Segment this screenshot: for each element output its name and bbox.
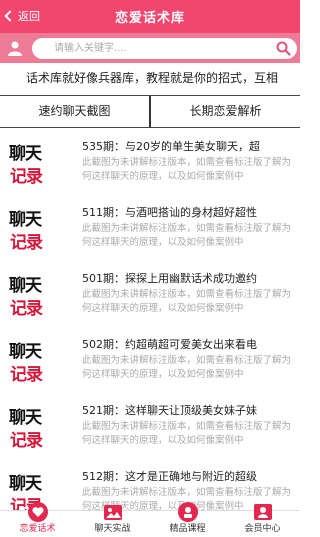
search-icon[interactable] <box>276 41 291 56</box>
heart-chat-icon <box>27 502 48 522</box>
search-box <box>32 38 297 59</box>
user-icon[interactable] <box>7 40 23 56</box>
chat-record-thumbnail: 聊天 记录 <box>7 403 55 451</box>
page-title: 恋爱话术库 <box>114 11 185 26</box>
item-title: 502期：约超萌超可爱美女出来看电 <box>82 338 257 351</box>
chat-record-thumbnail: 聊天 记录 <box>7 139 55 187</box>
list-item[interactable]: 聊天 记录 511期：与酒吧搭讪的身材超好超性 此截图为未讲解标注版本，如需查看… <box>0 195 300 261</box>
tabbar-item-love-scripts[interactable]: 恋爱话术 <box>0 502 75 537</box>
chat-record-thumbnail: 聊天 记录 <box>7 205 55 253</box>
bottom-tab-bar: 恋爱话术 聊天实战 精品课程 会员中心 <box>0 502 300 537</box>
chat-record-thumbnail: 聊天 记录 <box>7 271 55 319</box>
item-title: 511期：与酒吧搭讪的身材超好超性 <box>82 206 257 219</box>
chat-record-thumbnail: 聊天 记录 <box>7 337 55 385</box>
item-description: 此截图为未讲解标注版本，如需查看标注版了解为何这样聊天的原理，以及如何像案例中 <box>82 355 292 380</box>
tab-long-term-analysis[interactable]: 长期恋爱解析 <box>149 96 300 127</box>
tab-quick-date-screenshots[interactable]: 速约聊天截图 <box>0 96 149 127</box>
item-title: 521期：这样聊天让顶级美女妹子妹 <box>82 404 257 417</box>
item-description: 此截图为未讲解标注版本，如需查看标注版了解为何这样聊天的原理，以及如何像案例中 <box>82 223 292 248</box>
item-description: 此截图为未讲解标注版本，如需查看标注版了解为何这样聊天的原理，以及如何像案例中 <box>82 421 292 446</box>
list-item[interactable]: 聊天 记录 502期：约超萌超可爱美女出来看电 此截图为未讲解标注版本，如需查看… <box>0 327 300 393</box>
list-item[interactable]: 聊天 记录 501期：探探上用幽默话术成功邀约 此截图为未讲解标注版本，如需查看… <box>0 261 300 327</box>
notice-marquee: 话术库就好像兵器库，教程就是你的招式，互相 <box>26 71 279 85</box>
item-description: 此截图为未讲解标注版本，如需查看标注版了解为何这样聊天的原理，以及如何像案例中 <box>82 289 292 314</box>
search-input[interactable] <box>54 40 264 57</box>
tabbar-item-premium-courses[interactable]: 精品课程 <box>150 502 225 537</box>
course-icon <box>177 502 198 522</box>
item-description: 此截图为未讲解标注版本，如需查看标注版了解为何这样聊天的原理，以及如何像案例中 <box>82 157 292 182</box>
member-icon <box>253 504 272 520</box>
article-list: 聊天 记录 535期：与20岁的单生美女聊天，超 此截图为未讲解标注版本，如需查… <box>0 129 300 510</box>
list-item[interactable]: 聊天 记录 521期：这样聊天让顶级美女妹子妹 此截图为未讲解标注版本，如需查看… <box>0 393 300 459</box>
search-bar <box>0 33 300 63</box>
item-title: 501期：探探上用幽默话术成功邀约 <box>82 272 257 285</box>
top-bar: 返回 恋爱话术库 <box>0 0 300 33</box>
tabbar-item-member-center[interactable]: 会员中心 <box>225 504 300 537</box>
list-item[interactable]: 聊天 记录 535期：与20岁的单生美女聊天，超 此截图为未讲解标注版本，如需查… <box>0 129 300 195</box>
image-icon <box>103 505 122 520</box>
item-title: 512期：这才是正确地与附近的超级 <box>82 470 257 483</box>
tabbar-item-chat-practice[interactable]: 聊天实战 <box>75 505 150 537</box>
tab-bar: 速约聊天截图 长期恋爱解析 <box>0 95 300 128</box>
item-title: 535期：与20岁的单生美女聊天，超 <box>82 140 260 153</box>
